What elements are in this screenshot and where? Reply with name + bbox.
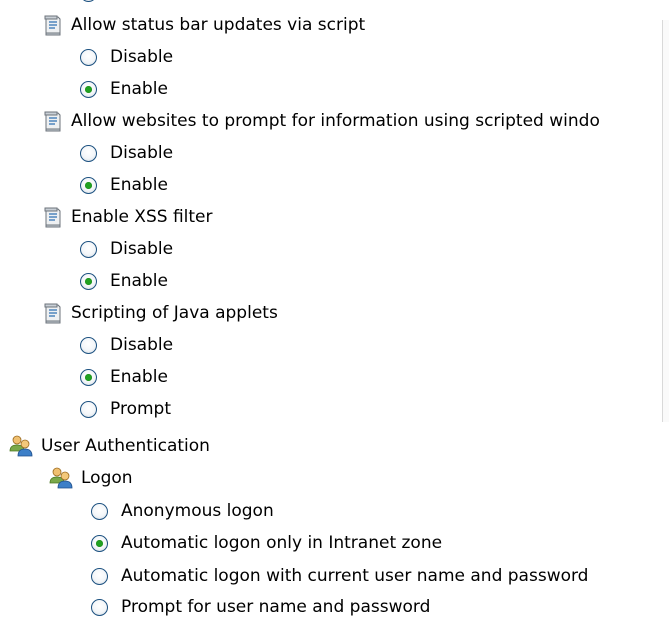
category-user-authentication: User Authentication: [8, 431, 210, 461]
option-label: Anonymous logon: [121, 500, 274, 521]
radio-button[interactable]: [80, 400, 97, 418]
option-label: Prompt for user name and password: [121, 596, 431, 617]
radio-button[interactable]: [80, 336, 97, 354]
option-disable[interactable]: Disable: [80, 138, 173, 168]
option-disable[interactable]: Disable: [80, 234, 173, 264]
radio-button[interactable]: [91, 567, 108, 585]
option-prompt-user-password[interactable]: Prompt for user name and password: [91, 592, 430, 622]
option-automatic-logon-current-user[interactable]: Automatic logon with current user name a…: [91, 561, 588, 591]
setting-label: Scripting of Java applets: [71, 302, 278, 323]
radio-selected-dot: [85, 85, 92, 93]
setting-label: Logon: [81, 467, 133, 488]
option-disable[interactable]: Disable: [80, 330, 173, 360]
radio-selected-dot: [96, 539, 103, 547]
option-label: Automatic logon only in Intranet zone: [121, 532, 443, 553]
script-setting-icon: [44, 303, 61, 324]
option-enable[interactable]: Enable: [80, 266, 168, 296]
radio-button-selected[interactable]: [80, 272, 97, 290]
radio-button-selected[interactable]: [80, 176, 97, 194]
option-label: Disable: [110, 334, 174, 355]
option-label: Disable: [110, 142, 174, 163]
option-label: Disable: [110, 238, 174, 259]
radio-selected-dot: [85, 277, 92, 285]
option-disable[interactable]: Disable: [80, 42, 173, 72]
radio-button[interactable]: [80, 48, 97, 66]
radio-button-selected[interactable]: [80, 368, 97, 386]
option-anonymous-logon[interactable]: Anonymous logon: [91, 496, 274, 526]
setting-scripting-java-applets: Scripting of Java applets: [42, 298, 278, 328]
script-setting-icon: [44, 111, 61, 132]
option-label: Enable: [110, 174, 168, 195]
option-enable[interactable]: Enable: [80, 74, 168, 104]
setting-logon: Logon: [48, 463, 133, 493]
option-automatic-logon-intranet[interactable]: Automatic logon only in Intranet zone: [91, 528, 442, 558]
script-setting-icon: [44, 15, 61, 36]
option-label: Automatic logon with current user name a…: [121, 565, 589, 586]
setting-status-bar-updates: Allow status bar updates via script: [42, 10, 365, 40]
option-enable[interactable]: Enable: [80, 170, 168, 200]
option-label: Enable: [110, 78, 168, 99]
setting-label: Enable XSS filter: [71, 206, 213, 227]
radio-button[interactable]: [80, 240, 97, 258]
radio-button-selected[interactable]: [91, 534, 108, 552]
option-prompt[interactable]: Prompt: [80, 394, 171, 424]
setting-prompt-for-information: Allow websites to prompt for information…: [42, 106, 600, 136]
vertical-scrollbar[interactable]: [662, 20, 669, 422]
option-label: Enable: [110, 270, 168, 291]
radio-button[interactable]: [80, 144, 97, 162]
option-label: Disable: [110, 46, 174, 67]
script-setting-icon: [44, 207, 61, 228]
setting-label: Allow status bar updates via script: [71, 14, 366, 35]
clipped-radio-row[interactable]: [80, 0, 110, 8]
setting-enable-xss-filter: Enable XSS filter: [42, 202, 213, 232]
radio-button[interactable]: [91, 598, 108, 616]
setting-label: Allow websites to prompt for information…: [71, 110, 600, 131]
radio-selected-dot: [85, 373, 92, 381]
category-label: User Authentication: [41, 435, 210, 456]
radio-button[interactable]: [91, 502, 108, 520]
option-label: Enable: [110, 366, 168, 387]
option-enable[interactable]: Enable: [80, 362, 168, 392]
users-icon: [49, 467, 73, 489]
users-icon: [9, 435, 33, 457]
radio-button-selected[interactable]: [80, 80, 97, 98]
radio-button[interactable]: [80, 0, 97, 2]
radio-selected-dot: [85, 181, 92, 189]
option-label: Prompt: [110, 398, 171, 419]
